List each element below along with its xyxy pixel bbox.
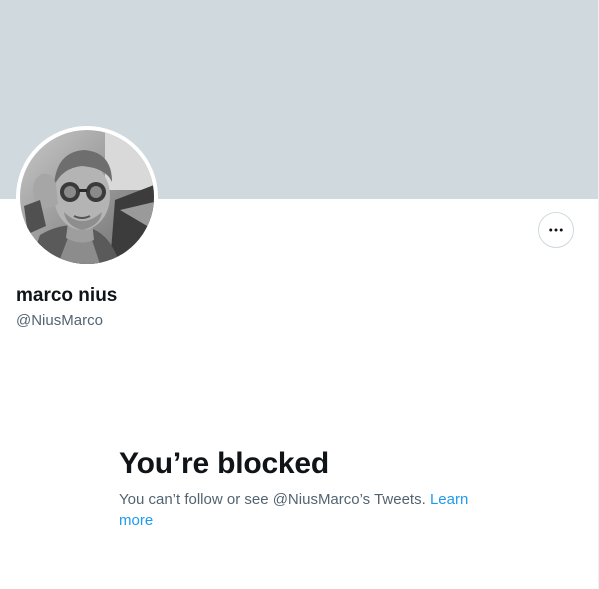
profile-handle: @NiusMarco — [16, 312, 103, 329]
blocked-message: You can’t follow or see @NiusMarco’s Twe… — [119, 491, 426, 508]
avatar-photo — [20, 130, 154, 264]
more-horizontal-icon — [549, 228, 563, 232]
blocked-title: You’re blocked — [119, 447, 330, 480]
blocked-description: You can’t follow or see @NiusMarco’s Twe… — [119, 489, 489, 531]
profile-display-name: marco nius — [16, 285, 118, 306]
profile-avatar[interactable] — [16, 126, 158, 268]
more-options-button[interactable] — [538, 212, 574, 248]
